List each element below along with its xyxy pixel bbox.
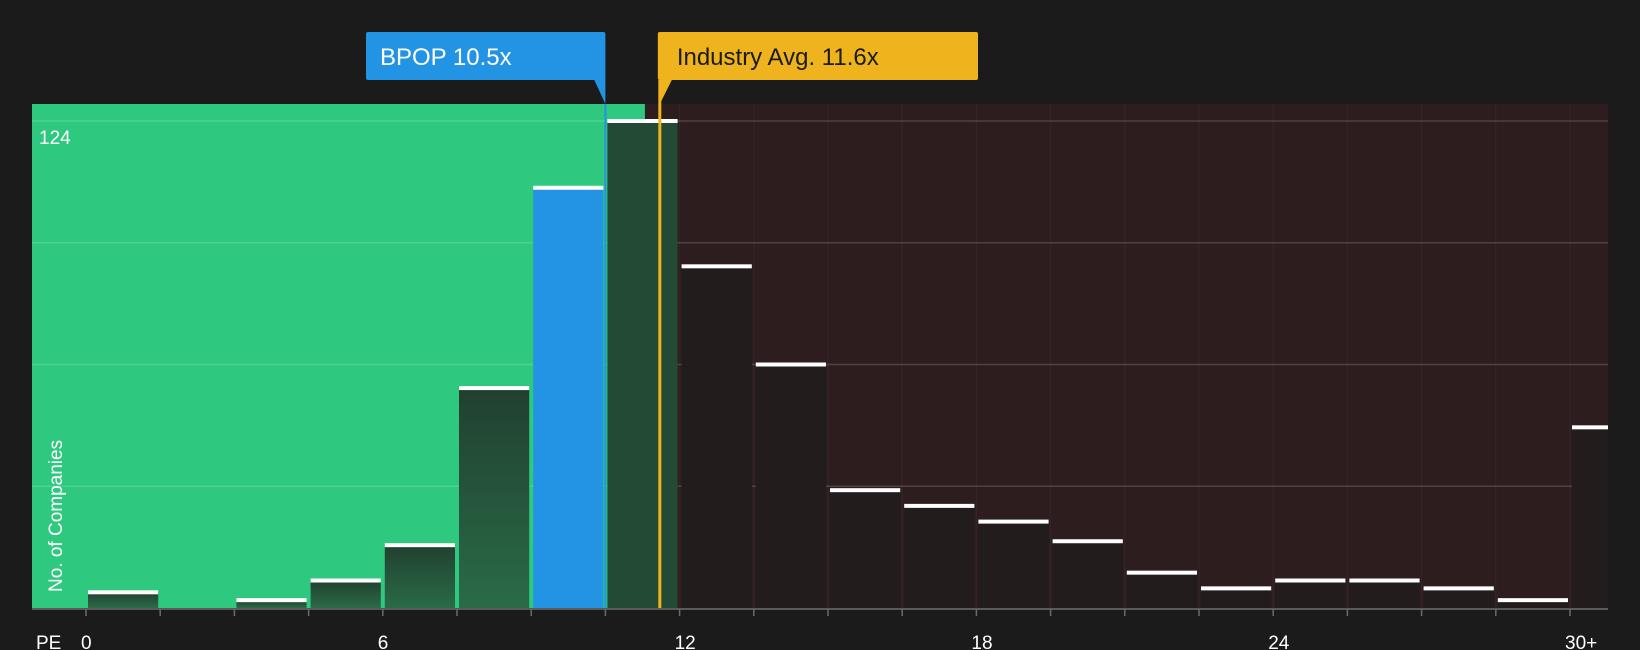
bar-16 bbox=[1275, 580, 1346, 608]
bar-top-4 bbox=[384, 543, 455, 548]
bar-17 bbox=[1349, 580, 1420, 608]
x-tick-label-1: 6 bbox=[378, 633, 389, 650]
bar-top-20 bbox=[1572, 425, 1608, 430]
bar-3 bbox=[310, 580, 381, 608]
bar-14 bbox=[1126, 572, 1197, 608]
bar-top-5 bbox=[459, 386, 530, 391]
bar-10 bbox=[830, 490, 901, 608]
chart-svg: 0 6 12 18 24 30+ PE 124 No. of Companies BPOP 10.… bbox=[32, 32, 1608, 650]
bar-top-7 bbox=[607, 119, 678, 123]
bar-top-9 bbox=[755, 362, 826, 367]
bar-20 bbox=[1572, 427, 1608, 608]
bar-9 bbox=[755, 364, 826, 608]
bar-top-16 bbox=[1275, 578, 1346, 583]
x-axis-label: PE bbox=[36, 633, 61, 650]
x-tick-label-0: 0 bbox=[81, 633, 92, 650]
bar-13 bbox=[1052, 541, 1123, 608]
bar-top-18 bbox=[1423, 586, 1494, 591]
x-tick-label-2: 12 bbox=[675, 633, 696, 650]
bar-top-17 bbox=[1349, 578, 1420, 583]
bar-5 bbox=[459, 388, 530, 608]
company-callout-label: BPOP 10.5x bbox=[380, 44, 512, 71]
bar-top-13 bbox=[1052, 539, 1123, 544]
industry-callout-pointer bbox=[659, 78, 673, 104]
bar-8 bbox=[681, 266, 752, 608]
bar-18 bbox=[1423, 588, 1494, 608]
bar-top-8 bbox=[681, 264, 752, 269]
x-tick-label-5: 30+ bbox=[1565, 633, 1597, 650]
bar-top-12 bbox=[978, 519, 1049, 524]
bar-0 bbox=[88, 592, 159, 608]
bar-12 bbox=[978, 521, 1049, 608]
bar-top-15 bbox=[1201, 586, 1272, 591]
bar-4 bbox=[384, 545, 455, 608]
bar-top-2 bbox=[236, 598, 307, 603]
y-axis-label: No. of Companies bbox=[46, 440, 67, 592]
industry-callout-label: Industry Avg. 11.6x bbox=[677, 44, 879, 71]
y-max-label: 124 bbox=[39, 128, 71, 149]
company-callout-pointer bbox=[593, 78, 606, 104]
bar-top-14 bbox=[1126, 570, 1197, 575]
bar-15 bbox=[1201, 588, 1272, 608]
x-tick-label-4: 24 bbox=[1268, 633, 1290, 650]
x-tick-label-3: 18 bbox=[971, 633, 992, 650]
bar-top-0 bbox=[88, 590, 159, 595]
pe-distribution-chart: 0 6 12 18 24 30+ PE 124 No. of Companies BPOP 10.… bbox=[0, 0, 1640, 650]
bar-7 bbox=[607, 121, 678, 608]
bar-top-3 bbox=[310, 578, 381, 583]
bar-top-6 bbox=[533, 185, 604, 190]
bar-top-10 bbox=[830, 488, 901, 493]
bar-11 bbox=[904, 505, 975, 608]
bar-6 bbox=[533, 187, 604, 609]
bar-top-19 bbox=[1497, 598, 1568, 603]
bar-top-11 bbox=[904, 503, 975, 508]
